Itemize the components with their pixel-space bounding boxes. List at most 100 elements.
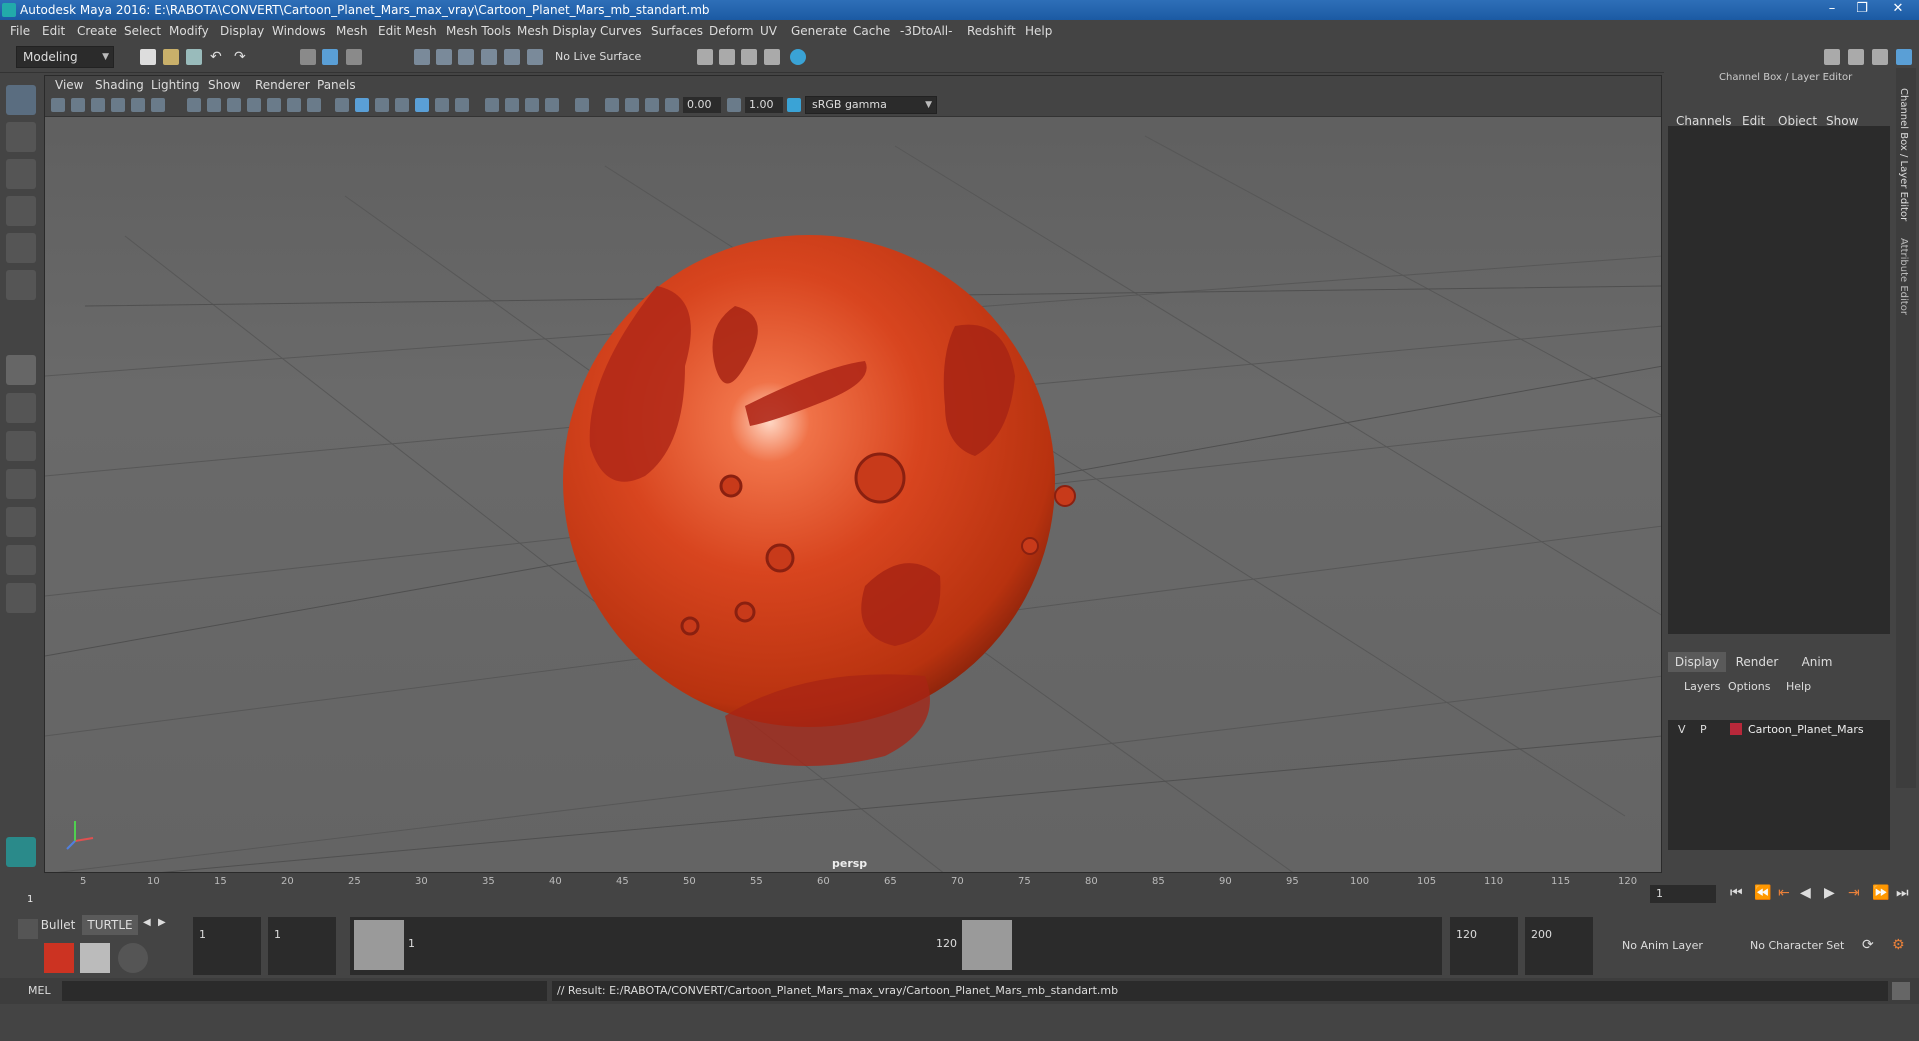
screen-space-ao-icon[interactable] [505, 98, 519, 112]
snap-curve-icon[interactable] [436, 49, 452, 65]
minimize-button[interactable]: – [1818, 0, 1846, 18]
ipr-render-icon[interactable] [741, 49, 757, 65]
layer-visibility-toggle[interactable]: V [1678, 723, 1686, 736]
snap-grid-icon[interactable] [414, 49, 430, 65]
safe-action-icon[interactable] [287, 98, 301, 112]
snap-point-icon[interactable] [458, 49, 474, 65]
close-button[interactable]: ✕ [1878, 0, 1918, 18]
turtle-settings-icon[interactable] [80, 943, 110, 973]
menu-3dtoall[interactable]: -3DtoAll- [900, 24, 952, 38]
turtle-bake-icon[interactable] [118, 943, 148, 973]
channel-list[interactable] [1668, 126, 1890, 634]
layer-menu-layers[interactable]: Layers [1684, 680, 1720, 693]
layer-row[interactable]: V P Cartoon_Planet_Mars [1668, 720, 1890, 740]
xray-joints-icon[interactable] [605, 98, 619, 112]
camera-icon[interactable] [51, 98, 65, 112]
select-hierarchy-icon[interactable] [300, 49, 316, 65]
shadows-icon[interactable] [485, 98, 499, 112]
viewport-menu-show[interactable]: Show [208, 78, 240, 92]
motion-blur-icon[interactable] [525, 98, 539, 112]
viewport-panel[interactable]: View Shading Lighting Show Renderer Pane… [44, 75, 1662, 873]
outliner-layout-icon[interactable] [6, 545, 36, 575]
select-tool-icon[interactable] [6, 85, 36, 115]
use-default-material-icon[interactable] [375, 98, 389, 112]
range-slider-end-handle[interactable] [962, 920, 1012, 970]
two-d-pan-icon[interactable] [151, 98, 165, 112]
color-management-icon[interactable] [787, 98, 801, 112]
snap-view-plane-icon[interactable] [481, 49, 497, 65]
go-to-start-icon[interactable]: ⏮ [1730, 885, 1743, 901]
menu-mesh[interactable]: Mesh [336, 24, 368, 38]
step-back-key-icon[interactable]: ⏪ [1754, 885, 1771, 901]
scale-tool-icon[interactable] [6, 270, 36, 300]
hypershade-layout-icon[interactable] [6, 507, 36, 537]
new-scene-icon[interactable] [140, 49, 156, 65]
attribute-editor-icon[interactable] [1848, 49, 1864, 65]
magnet-icon[interactable] [527, 49, 543, 65]
grease-pencil-icon[interactable] [131, 98, 145, 112]
persp-outliner-layout-icon[interactable] [6, 431, 36, 461]
gamma-icon[interactable] [727, 98, 741, 112]
menu-edit-mesh[interactable]: Edit Mesh [378, 24, 437, 38]
save-scene-icon[interactable] [186, 49, 202, 65]
viewport-menu-renderer[interactable]: Renderer [255, 78, 310, 92]
shelf-tab-bullet[interactable]: Bullet [38, 915, 78, 935]
menu-edit[interactable]: Edit [42, 24, 65, 38]
four-view-layout-icon[interactable] [6, 393, 36, 423]
rotate-tool-icon[interactable] [6, 233, 36, 263]
mode-selector[interactable]: Modeling ▼ [16, 46, 114, 68]
shelf-tab-turtle[interactable]: TURTLE [82, 915, 138, 935]
menu-file[interactable]: File [10, 24, 30, 38]
isolate-select-icon[interactable] [575, 98, 589, 112]
exposure-field[interactable]: 0.00 [683, 97, 721, 113]
menu-modify[interactable]: Modify [169, 24, 209, 38]
step-forward-key-icon[interactable]: ⏩ [1872, 885, 1889, 901]
camera-attributes-icon[interactable] [71, 98, 85, 112]
turtle-render-icon[interactable] [44, 943, 74, 973]
animation-preferences-icon[interactable]: ⚙ [1892, 937, 1905, 953]
side-tab-attribute-editor[interactable]: Attribute Editor [1898, 238, 1909, 315]
live-surface-label[interactable]: No Live Surface [555, 50, 641, 63]
resolution-gate-icon[interactable] [227, 98, 241, 112]
menu-curves[interactable]: Curves [600, 24, 642, 38]
shelf-scroll-right-icon[interactable]: ▶ [158, 917, 166, 928]
hypershade-icon[interactable] [790, 49, 806, 65]
image-plane-icon[interactable] [111, 98, 125, 112]
tool-settings-icon[interactable] [1872, 49, 1888, 65]
play-backward-icon[interactable]: ◀ [1800, 885, 1811, 901]
bookmark-icon[interactable] [91, 98, 105, 112]
persp-graph-layout-icon[interactable] [6, 469, 36, 499]
auto-key-icon[interactable]: ⟳ [1862, 937, 1874, 953]
time-slider[interactable]: 1 5 10 15 20 25 30 35 40 45 50 55 60 65 … [0, 873, 1919, 909]
render-view-icon[interactable] [764, 49, 780, 65]
film-gate-icon[interactable] [207, 98, 221, 112]
layer-playback-toggle[interactable]: P [1700, 723, 1707, 736]
gamma-field[interactable]: 1.00 [745, 97, 783, 113]
modeling-toolkit-icon[interactable] [1824, 49, 1840, 65]
layer-color-swatch[interactable] [1730, 723, 1742, 735]
restore-button[interactable]: ❐ [1848, 0, 1876, 18]
hud-icon[interactable] [645, 98, 659, 112]
menu-display[interactable]: Display [220, 24, 264, 38]
menu-mesh-tools[interactable]: Mesh Tools [446, 24, 511, 38]
color-space-dropdown[interactable]: sRGB gamma ▼ [805, 96, 937, 114]
menu-mesh-display[interactable]: Mesh Display [517, 24, 597, 38]
safe-title-icon[interactable] [307, 98, 321, 112]
character-set-dropdown[interactable]: No Character Set [1750, 939, 1844, 952]
viewport-menu-panels[interactable]: Panels [317, 78, 356, 92]
playback-start-field[interactable]: 1 [268, 917, 336, 975]
xray-icon[interactable] [415, 98, 429, 112]
layer-name[interactable]: Cartoon_Planet_Mars [1748, 723, 1864, 736]
paint-select-icon[interactable] [6, 159, 36, 189]
menu-redshift[interactable]: Redshift [967, 24, 1016, 38]
open-scene-icon[interactable] [163, 49, 179, 65]
grid-toggle-icon[interactable] [187, 98, 201, 112]
current-frame-field[interactable]: 1 [1650, 885, 1716, 903]
anim-layer-dropdown[interactable]: No Anim Layer [1622, 939, 1703, 952]
redo-icon[interactable]: ↷ [234, 49, 250, 65]
viewport-menu-shading[interactable]: Shading [95, 78, 144, 92]
tab-anim[interactable]: Anim [1788, 652, 1846, 672]
command-language-label[interactable]: MEL [28, 984, 51, 997]
range-start-field[interactable]: 1 [193, 917, 261, 975]
range-slider-start-handle[interactable] [354, 920, 404, 970]
